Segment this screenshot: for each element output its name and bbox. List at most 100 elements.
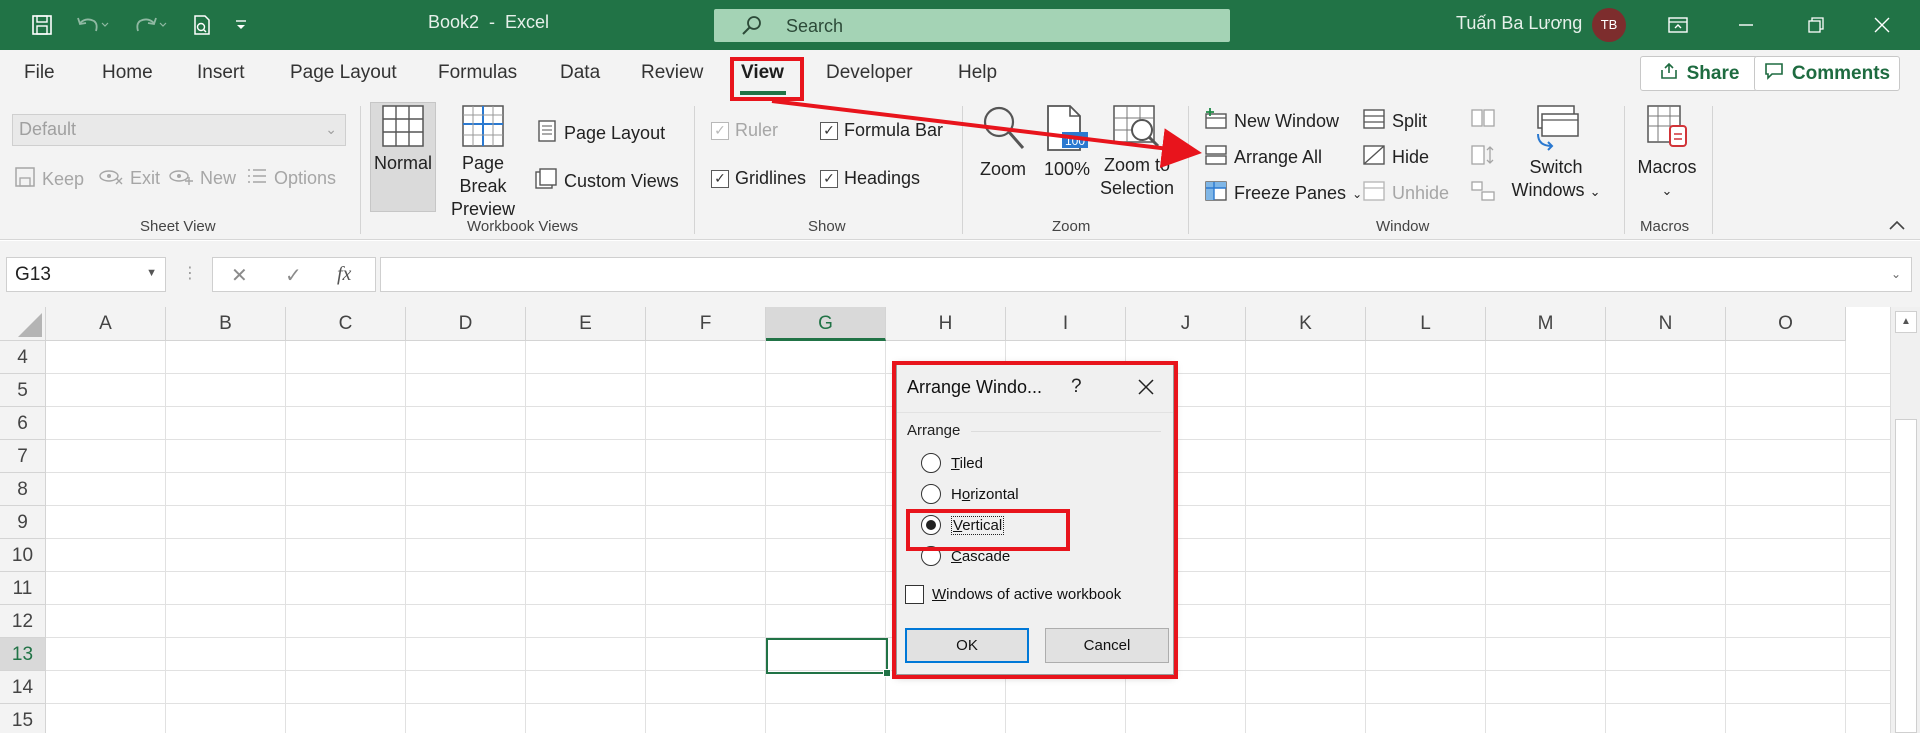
- new-window-button[interactable]: New Window: [1204, 108, 1339, 135]
- help-icon[interactable]: ?: [1071, 376, 1082, 398]
- redo-icon[interactable]: [128, 8, 174, 42]
- customize-qat-icon[interactable]: [230, 8, 252, 42]
- zoom-100-button[interactable]: 100 100%: [1040, 104, 1094, 181]
- user-name[interactable]: Tuấn Ba Lương: [1456, 13, 1582, 34]
- scroll-up-icon[interactable]: ▲: [1895, 311, 1917, 333]
- column-header-b[interactable]: B: [166, 307, 286, 341]
- options-button[interactable]: Options: [246, 166, 336, 191]
- page-layout-view-button[interactable]: Page Layout: [536, 120, 665, 147]
- comments-button[interactable]: Comments: [1754, 56, 1900, 91]
- column-header-j[interactable]: J: [1126, 307, 1246, 341]
- synchronous-scrolling-icon[interactable]: [1470, 144, 1496, 166]
- column-header-h[interactable]: H: [886, 307, 1006, 341]
- tab-data[interactable]: Data: [560, 62, 600, 84]
- page-break-preview-button[interactable]: Page Break Preview: [436, 104, 530, 221]
- row-header-11[interactable]: 11: [0, 572, 46, 605]
- row-header-4[interactable]: 4: [0, 341, 46, 374]
- column-header-k[interactable]: K: [1246, 307, 1366, 341]
- row-header-5[interactable]: 5: [0, 374, 46, 407]
- tab-help[interactable]: Help: [958, 62, 997, 84]
- save-icon[interactable]: [26, 8, 58, 42]
- radio-cascade[interactable]: Cascade: [921, 546, 1010, 566]
- sheet-view-select[interactable]: Default ⌄: [12, 114, 346, 146]
- split-button[interactable]: Split: [1362, 108, 1427, 135]
- switch-windows-button[interactable]: Switch Windows ⌄: [1508, 104, 1604, 203]
- tab-home[interactable]: Home: [102, 62, 153, 84]
- close-icon[interactable]: [1133, 374, 1159, 400]
- print-preview-icon[interactable]: [188, 8, 216, 42]
- radio-horizontal[interactable]: Horizontal: [921, 484, 1019, 504]
- hide-button[interactable]: Hide: [1362, 144, 1429, 171]
- vertical-dots-icon[interactable]: ⋮: [182, 263, 198, 283]
- unhide-button[interactable]: Unhide: [1362, 180, 1449, 207]
- row-header-13[interactable]: 13: [0, 638, 46, 671]
- ribbon-display-options-icon[interactable]: [1648, 0, 1708, 50]
- row-header-6[interactable]: 6: [0, 407, 46, 440]
- column-header-e[interactable]: E: [526, 307, 646, 341]
- column-header-i[interactable]: I: [1006, 307, 1126, 341]
- row-header-10[interactable]: 10: [0, 539, 46, 572]
- row-header-14[interactable]: 14: [0, 671, 46, 704]
- column-header-l[interactable]: L: [1366, 307, 1486, 341]
- undo-icon[interactable]: [70, 8, 116, 42]
- new-sheet-view-button[interactable]: New: [168, 166, 236, 191]
- windows-of-active-workbook-checkbox[interactable]: Windows of active workbook: [905, 585, 1121, 604]
- tab-formulas[interactable]: Formulas: [438, 62, 517, 84]
- zoom-to-selection-button[interactable]: Zoom to Selection: [1096, 104, 1178, 200]
- confirm-entry-icon[interactable]: ✓: [285, 263, 302, 288]
- ok-button[interactable]: OK: [905, 628, 1029, 663]
- column-header-f[interactable]: F: [646, 307, 766, 341]
- cancel-entry-icon[interactable]: ✕: [231, 263, 248, 288]
- group-separator: [1712, 106, 1713, 234]
- restore-icon[interactable]: [1786, 0, 1846, 50]
- keep-button[interactable]: Keep: [14, 166, 84, 193]
- normal-view-button[interactable]: Normal: [372, 104, 434, 175]
- column-header-m[interactable]: M: [1486, 307, 1606, 341]
- tab-file[interactable]: File: [24, 62, 55, 84]
- row-header-15[interactable]: 15: [0, 704, 46, 733]
- radio-vertical[interactable]: Vertical: [921, 515, 1005, 535]
- vertical-scrollbar[interactable]: ▲: [1890, 307, 1920, 733]
- row-header-7[interactable]: 7: [0, 440, 46, 473]
- gridlines-checkbox[interactable]: ✓ Gridlines: [711, 168, 806, 189]
- ruler-checkbox[interactable]: ✓ Ruler: [711, 120, 778, 141]
- tab-review[interactable]: Review: [641, 62, 703, 84]
- tab-view[interactable]: View: [741, 62, 784, 84]
- close-icon[interactable]: [1852, 0, 1912, 50]
- active-cell[interactable]: [766, 638, 891, 677]
- minimize-icon[interactable]: [1716, 0, 1776, 50]
- tab-developer[interactable]: Developer: [826, 62, 913, 84]
- select-all-corner[interactable]: [0, 307, 46, 341]
- formula-bar-checkbox[interactable]: ✓ Formula Bar: [820, 120, 943, 141]
- column-header-g[interactable]: G: [766, 307, 886, 341]
- avatar[interactable]: TB: [1592, 8, 1626, 42]
- radio-tiled[interactable]: Tiled: [921, 453, 983, 473]
- share-button[interactable]: Share: [1640, 56, 1758, 91]
- column-header-o[interactable]: O: [1726, 307, 1846, 341]
- column-header-n[interactable]: N: [1606, 307, 1726, 341]
- formula-input[interactable]: ⌄: [380, 257, 1912, 292]
- tab-page-layout[interactable]: Page Layout: [290, 62, 397, 84]
- column-header-c[interactable]: C: [286, 307, 406, 341]
- arrange-all-button[interactable]: Arrange All: [1204, 144, 1322, 171]
- tab-insert[interactable]: Insert: [197, 62, 245, 84]
- column-header-d[interactable]: D: [406, 307, 526, 341]
- zoom-button[interactable]: Zoom: [972, 104, 1034, 181]
- insert-function-icon[interactable]: fx: [337, 263, 351, 286]
- row-header-9[interactable]: 9: [0, 506, 46, 539]
- column-header-a[interactable]: A: [46, 307, 166, 341]
- reset-window-position-icon[interactable]: [1470, 180, 1496, 202]
- scroll-thumb[interactable]: [1895, 419, 1917, 733]
- name-box[interactable]: G13 ▼: [6, 257, 166, 292]
- search-box[interactable]: Search: [714, 9, 1230, 42]
- cancel-button[interactable]: Cancel: [1045, 628, 1169, 663]
- macros-button[interactable]: Macros ⌄: [1634, 104, 1700, 202]
- freeze-panes-button[interactable]: Freeze Panes ⌄: [1204, 180, 1362, 207]
- row-header-8[interactable]: 8: [0, 473, 46, 506]
- view-side-by-side-icon[interactable]: [1470, 108, 1496, 130]
- headings-checkbox[interactable]: ✓ Headings: [820, 168, 920, 189]
- collapse-ribbon-icon[interactable]: [1888, 218, 1906, 236]
- custom-views-button[interactable]: Custom Views: [534, 168, 679, 195]
- exit-button[interactable]: Exit: [98, 166, 160, 191]
- row-header-12[interactable]: 12: [0, 605, 46, 638]
